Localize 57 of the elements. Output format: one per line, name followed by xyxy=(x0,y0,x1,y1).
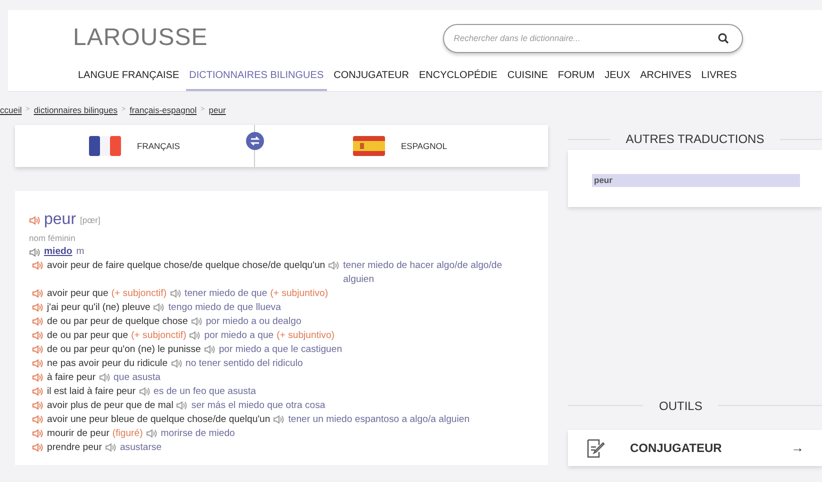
french-phrase: de ou par peur de quelque chose xyxy=(47,315,188,329)
nav-tab[interactable]: CUISINE xyxy=(504,68,551,91)
spanish-phrase: tengo miedo de que llueva xyxy=(168,301,281,315)
nav-tab[interactable]: LANGUE FRANÇAISE xyxy=(75,68,182,91)
nav-tab[interactable]: FORUM xyxy=(554,68,598,91)
grammar-note: (+ subjonctif) xyxy=(131,329,186,343)
spanish-phrase: tener un miedo espantoso a algo/a alguien xyxy=(288,413,470,427)
french-phrase: ne pas avoir peur du ridicule xyxy=(47,357,168,371)
headword: peur xyxy=(44,213,76,227)
french-phrase: j'ai peur qu'il (ne) pleuve xyxy=(47,301,150,315)
spanish-phrase: ser más el miedo que otra cosa xyxy=(191,399,326,413)
breadcrumb-link[interactable]: peur xyxy=(208,104,226,116)
spanish-phrase: tener miedo de hacer algo/de algo/de alguien xyxy=(343,259,504,287)
spanish-phrase: es de un feo que asusta xyxy=(154,385,256,399)
nav-tab[interactable]: JEUX xyxy=(602,68,634,91)
grammar-note: (+ subjonctif) xyxy=(111,287,167,301)
logo[interactable]: LAROUSSE xyxy=(73,20,208,56)
french-phrase: à faire peur xyxy=(47,371,96,385)
grammar-note: (+ subjuntivo) xyxy=(276,329,334,343)
nav-tab[interactable]: DICTIONNAIRES BILINGUES xyxy=(186,68,327,91)
french-phrase: avoir plus de peur que de mal xyxy=(47,399,174,413)
nav-tab[interactable]: ARCHIVES xyxy=(637,68,694,91)
breadcrumb-link[interactable]: français-espagnol xyxy=(130,104,197,116)
nav-tab[interactable]: ENCYCLOPÉDIE xyxy=(416,68,500,91)
grammar-note: (figuré) xyxy=(112,427,143,441)
language-label[interactable]: ESPAGNOL xyxy=(401,140,448,152)
spanish-phrase: no tener sentido del ridiculo xyxy=(186,357,303,371)
nav-tab[interactable]: LIVRES xyxy=(698,68,740,91)
phonetic: [pœr] xyxy=(80,214,100,227)
part-of-speech: nom féminin xyxy=(29,232,76,245)
spanish-phrase: por miedo a que le castiguen xyxy=(218,343,342,357)
french-phrase: de ou par peur qu'on (ne) le punisse xyxy=(47,343,201,357)
nav-tab[interactable]: CONJUGATEUR xyxy=(330,68,412,91)
french-phrase: prendre peur xyxy=(47,441,102,455)
grammar-note: (+ subjuntivo) xyxy=(270,287,328,301)
translation-link[interactable]: miedo xyxy=(44,245,72,259)
language-label[interactable]: FRANÇAIS xyxy=(137,140,180,152)
translation-item[interactable]: peur xyxy=(592,174,800,187)
french-phrase: avoir une peur bleue de quelque chose/de quelqu'un xyxy=(47,413,270,427)
spanish-phrase: asustarse xyxy=(120,441,162,455)
search-field[interactable]: Rechercher dans le dictionnaire... xyxy=(442,24,743,52)
spanish-phrase: que asusta xyxy=(114,371,160,385)
gender: m xyxy=(76,245,84,259)
section-heading: AUTRES TRADUCTIONS xyxy=(626,131,764,148)
spanish-phrase: por miedo a que xyxy=(204,329,274,343)
tool-link[interactable]: CONJUGATEUR → xyxy=(568,430,822,466)
breadcrumb-link[interactable]: ccueil xyxy=(0,104,22,116)
spanish-phrase: tener miedo de que xyxy=(184,287,268,301)
spanish-phrase: morirse de miedo xyxy=(160,427,235,441)
breadcrumb-link[interactable]: dictionnaires bilingues xyxy=(34,104,118,116)
french-phrase: de ou par peur que xyxy=(47,329,128,343)
spanish-phrase: por miedo a ou dealgo xyxy=(206,315,302,329)
french-phrase: avoir peur que xyxy=(47,287,108,301)
french-phrase: mourir de peur xyxy=(47,427,110,441)
french-phrase: avoir peur de faire quelque chose/de quelque chose/de quelqu'un xyxy=(47,259,326,273)
section-heading: OUTILS xyxy=(659,398,702,415)
french-phrase: il est laid à faire peur xyxy=(47,385,136,399)
